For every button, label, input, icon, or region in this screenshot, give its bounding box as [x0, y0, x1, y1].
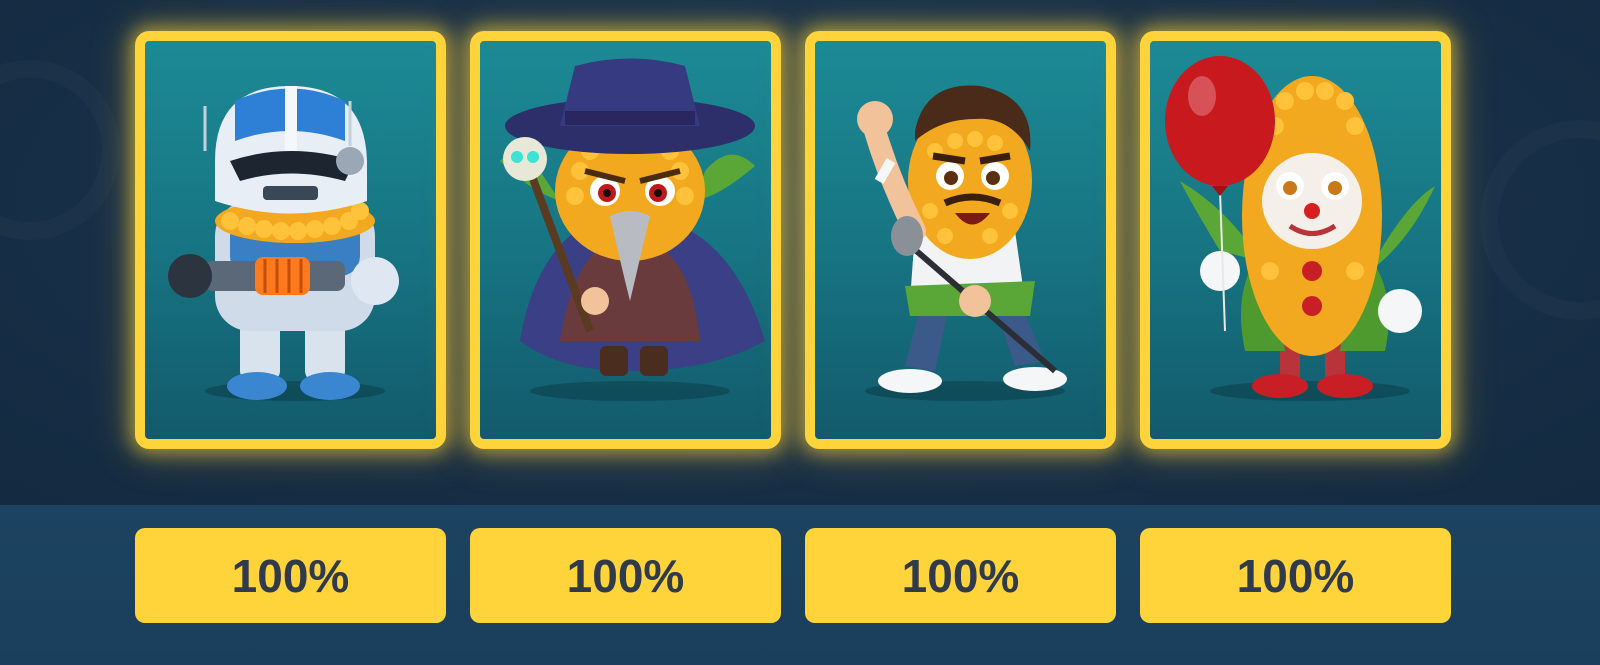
- corn-trooper-icon: [168, 86, 399, 401]
- multiplier-button-3[interactable]: 100%: [805, 528, 1116, 623]
- background-pattern: [0, 60, 120, 240]
- character-card-rock-singer[interactable]: [805, 31, 1116, 449]
- character-card-clown[interactable]: [1140, 31, 1451, 449]
- multiplier-button-2[interactable]: 100%: [470, 528, 781, 623]
- corn-plague-doctor-icon: [500, 58, 765, 401]
- corn-clown-icon: [1165, 56, 1435, 401]
- background-pattern: [1480, 120, 1600, 320]
- multiplier-button-4[interactable]: 100%: [1140, 528, 1451, 623]
- corn-rock-singer-icon: [857, 85, 1067, 401]
- multiplier-button-1[interactable]: 100%: [135, 528, 446, 623]
- character-card-trooper[interactable]: [135, 31, 446, 449]
- character-card-plague-doctor[interactable]: [470, 31, 781, 449]
